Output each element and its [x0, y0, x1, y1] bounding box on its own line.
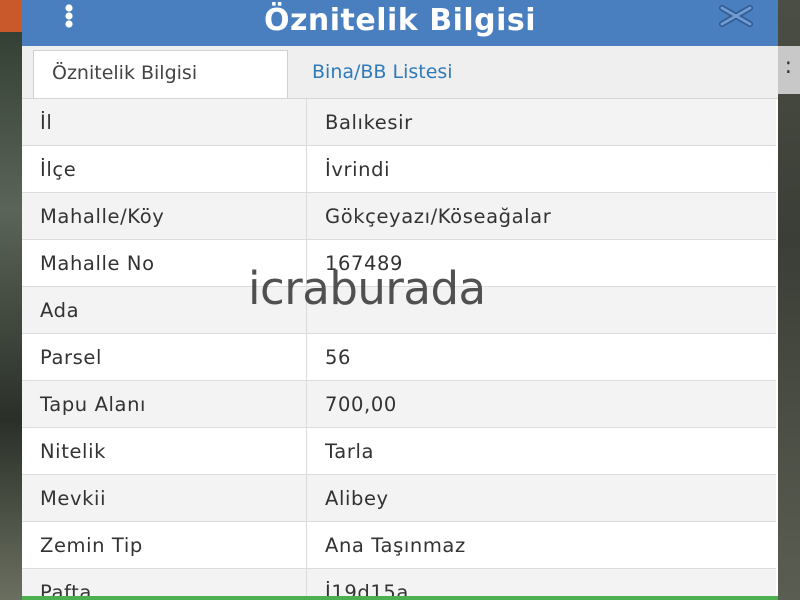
attribute-value: Alibey [306, 474, 776, 522]
attribute-table: İl Balıkesir İlçe İvrindi Mahalle/Köy Gökçeya… [22, 99, 776, 600]
attribute-key: Mahalle/Köy [22, 192, 307, 240]
attribute-value: Balıkesir [306, 99, 776, 146]
attribute-value: Gökçeyazı/Köseağalar [306, 192, 776, 240]
attribute-key: İl [22, 99, 307, 146]
table-row: Zemin Tip Ana Taşınmaz [22, 521, 776, 569]
dialog-titlebar: Öznitelik Bilgisi [22, 0, 778, 46]
close-icon[interactable] [718, 4, 754, 28]
map-right-edge: : [778, 0, 800, 600]
attribute-key: İlçe [22, 145, 307, 193]
tab-bar: Öznitelik Bilgisi Bina/BB Listesi [22, 46, 778, 99]
attribute-value: Tarla [306, 427, 776, 475]
attribute-value: 700,00 [306, 380, 776, 428]
attribute-key: Tapu Alanı [22, 380, 307, 428]
table-row: Tapu Alanı 700,00 [22, 380, 776, 428]
table-row: Mevkii Alibey [22, 474, 776, 522]
map-marker-edge [0, 0, 22, 32]
attribute-value: Ana Taşınmaz [306, 521, 776, 569]
table-row: İlçe İvrindi [22, 145, 776, 193]
table-row: Parsel 56 [22, 333, 776, 381]
dialog-title: Öznitelik Bilgisi [263, 3, 537, 38]
attribute-key: Nitelik [22, 427, 307, 475]
table-row: Mahalle/Köy Gökçeyazı/Köseağalar [22, 192, 776, 240]
bottom-accent-line [22, 596, 778, 600]
tab-attribute-info[interactable]: Öznitelik Bilgisi [33, 50, 288, 98]
map-control-button[interactable]: : [778, 46, 800, 94]
attribute-key: Parsel [22, 333, 307, 381]
attribute-value: İvrindi [306, 145, 776, 193]
attribute-value: 56 [306, 333, 776, 381]
table-row: Nitelik Tarla [22, 427, 776, 475]
tab-building-list[interactable]: Bina/BB Listesi [294, 50, 471, 98]
attribute-key: Mevkii [22, 474, 307, 522]
watermark: icraburada [248, 262, 486, 315]
attribute-key: Zemin Tip [22, 521, 307, 569]
table-row: İl Balıkesir [22, 99, 776, 146]
map-left-edge [0, 0, 22, 600]
